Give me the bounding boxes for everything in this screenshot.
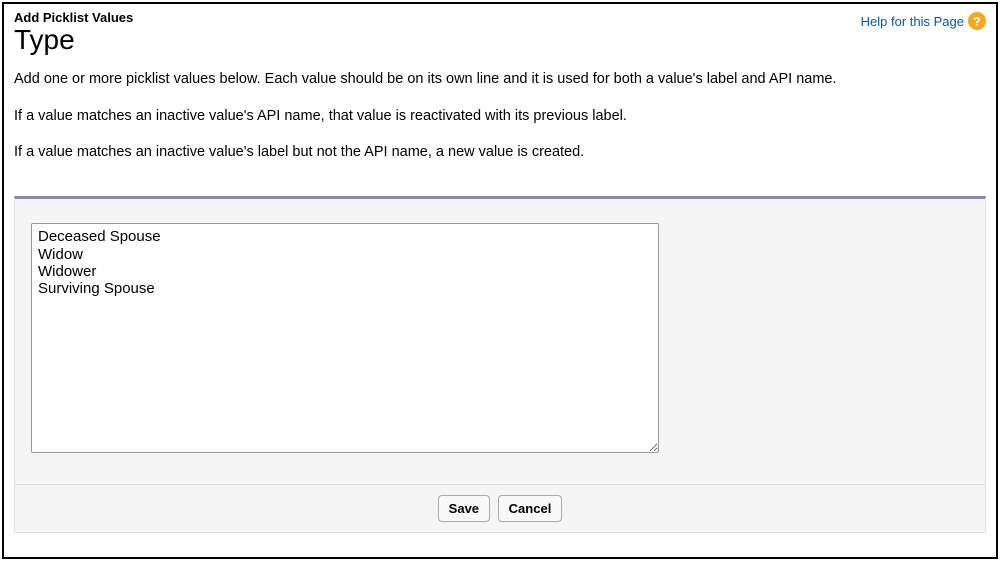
picklist-values-textarea[interactable] [31, 223, 659, 453]
save-button[interactable]: Save [438, 495, 490, 522]
description-line-2: If a value matches an inactive value's A… [14, 107, 986, 126]
help-link[interactable]: Help for this Page [861, 14, 964, 29]
button-bar: Save Cancel [14, 484, 986, 533]
help-icon[interactable]: ? [968, 12, 986, 30]
help-link-wrap: Help for this Page ? [861, 10, 986, 30]
cancel-button[interactable]: Cancel [498, 495, 563, 522]
page-title: Type [14, 25, 133, 56]
form-panel [14, 196, 986, 484]
description-area: Add one or more picklist values below. E… [4, 56, 996, 191]
page-header: Add Picklist Values Type Help for this P… [4, 4, 996, 56]
breadcrumb: Add Picklist Values [14, 10, 133, 25]
page-container: Add Picklist Values Type Help for this P… [2, 2, 998, 559]
header-left: Add Picklist Values Type [14, 10, 133, 56]
description-line-3: If a value matches an inactive value's l… [14, 143, 986, 162]
description-line-1: Add one or more picklist values below. E… [14, 70, 986, 89]
